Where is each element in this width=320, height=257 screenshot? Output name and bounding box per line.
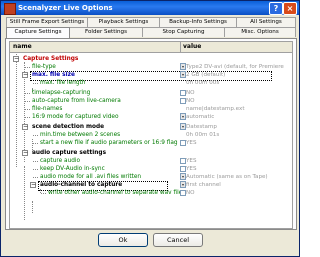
min-time-value[interactable]: 0h 00m 01s [186,131,288,139]
new-file-audio-label: start a new file if audio parameters or … [40,140,178,146]
cancel-button[interactable]: Cancel [153,233,203,247]
audio-channel-value[interactable]: first channel [186,181,288,189]
ok-button[interactable]: Ok [98,233,148,247]
file-names-label: file-names [32,106,63,112]
file-names-value[interactable]: name|datestamp.ext [186,105,288,113]
audio-mode-value[interactable]: Automatic (same as on Tape) [186,173,288,181]
min-time-label: min.time between 2 scenes [40,132,121,138]
tree-row-capture-audio[interactable]: capture audio YES [10,157,292,165]
settings-tree[interactable]: name value − Capture Settings file-type … [9,41,293,229]
timelapse-value: NO [186,90,195,96]
close-button[interactable]: × [283,2,297,15]
scene-detection-label: scene detection mode [32,124,105,130]
tab-backup-info[interactable]: Backup-Info Settings [159,17,237,27]
app-icon [4,3,16,15]
tree-row-capture-settings[interactable]: Capture Settings [10,55,292,63]
tab-misc-options[interactable]: Misc. Options [224,27,296,37]
title-bar[interactable]: Scenalyzer Live Options ? × [1,1,299,15]
max-file-size-label: max. file size [32,72,75,78]
keep-dv-audio-label: keep DV-Audio in-sync [40,166,105,172]
write-other-audio-value: NO [186,190,195,196]
tree-row-audio-capture-settings[interactable]: audio capture settings [10,149,292,157]
audio-capture-settings-label: audio capture settings [32,150,107,156]
tree-row-min-time[interactable]: min.time between 2 scenes 0h 00m 01s [10,131,292,139]
tree-row-max-file-size[interactable]: max. file size ▾ 2 GB (default) [10,71,292,79]
tree-row-max-file-length[interactable]: max. file length 0h 00m 00s [10,79,292,87]
tree-row-16-9-mode[interactable]: 16:9 mode for captured video ▾ automatic [10,113,292,121]
help-button[interactable]: ? [269,2,283,15]
auto-capture-label: auto-capture from live-camera [32,98,121,104]
tree-row-audio-mode[interactable]: audio mode for all .avi files written ▾ … [10,173,292,181]
tree-row-write-other-audio[interactable]: write other audio-channel to separate wa… [10,189,292,197]
tab-capture-settings[interactable]: Capture Settings [6,27,70,38]
timelapse-label: timelapse-capturing [32,90,91,96]
options-dialog: Scenalyzer Live Options ? × Still Frame … [0,0,300,257]
audio-channel-label: audio-channel to capture [40,182,123,188]
file-type-label: file-type [32,64,56,70]
audio-mode-label: audio mode for all .avi files written [40,174,142,180]
window-title: Scenalyzer Live Options [18,4,113,12]
tree-row-file-type[interactable]: file-type ▾ Type2 DV-avi (default, for P… [10,63,292,71]
write-other-audio-label: write other audio-channel to separate wa… [48,190,183,196]
value-column-header[interactable]: value [183,43,201,50]
mode-16-9-value[interactable]: automatic [186,113,288,121]
tree-row-timelapse[interactable]: timelapse-capturing NO [10,89,292,97]
capture-settings-label: Capture Settings [23,56,79,62]
new-file-audio-value: YES [186,140,197,146]
tree-row-audio-channel[interactable]: audio-channel to capture ▾ first channel [10,181,292,189]
tree-line [32,201,33,213]
keep-dv-audio-value: YES [186,166,197,172]
mode-16-9-label: 16:9 mode for captured video [32,114,119,120]
tab-still-frame-export[interactable]: Still Frame Export Settings [6,17,88,27]
capture-audio-label: capture audio [40,158,81,164]
max-file-length-value[interactable]: 0h 00m 00s [186,79,288,87]
tab-stop-capturing[interactable]: Stop Capturing [142,27,225,37]
tree-row-file-names[interactable]: file-names name|datestamp.ext [10,105,292,113]
tab-folder-settings[interactable]: Folder Settings [69,27,143,37]
tree-row-scene-detection[interactable]: scene detection mode ▾ Datestamp [10,123,292,131]
tree-row-keep-dv-audio[interactable]: keep DV-Audio in-sync YES [10,165,292,173]
auto-capture-value: NO [186,98,195,104]
tab-playback[interactable]: Playback Settings [87,17,160,27]
tab-panel: name value − Capture Settings file-type … [5,38,297,230]
tab-all-settings[interactable]: All Settings [236,17,296,27]
tree-row-new-file-audio[interactable]: start a new file if audio parameters or … [10,139,292,147]
max-file-size-value[interactable]: 2 GB (default) [186,71,288,79]
tree-row-auto-capture[interactable]: auto-capture from live-camera NO [10,97,292,105]
tree-header: name value [10,42,292,53]
column-separator[interactable] [180,42,181,52]
scene-detection-value[interactable]: Datestamp [186,123,288,131]
capture-audio-value: YES [186,158,197,164]
file-type-value[interactable]: Type2 DV-avi (default, for Premiere [186,63,288,71]
name-column-header[interactable]: name [13,43,32,50]
max-file-length-label: max. file length [40,80,86,86]
